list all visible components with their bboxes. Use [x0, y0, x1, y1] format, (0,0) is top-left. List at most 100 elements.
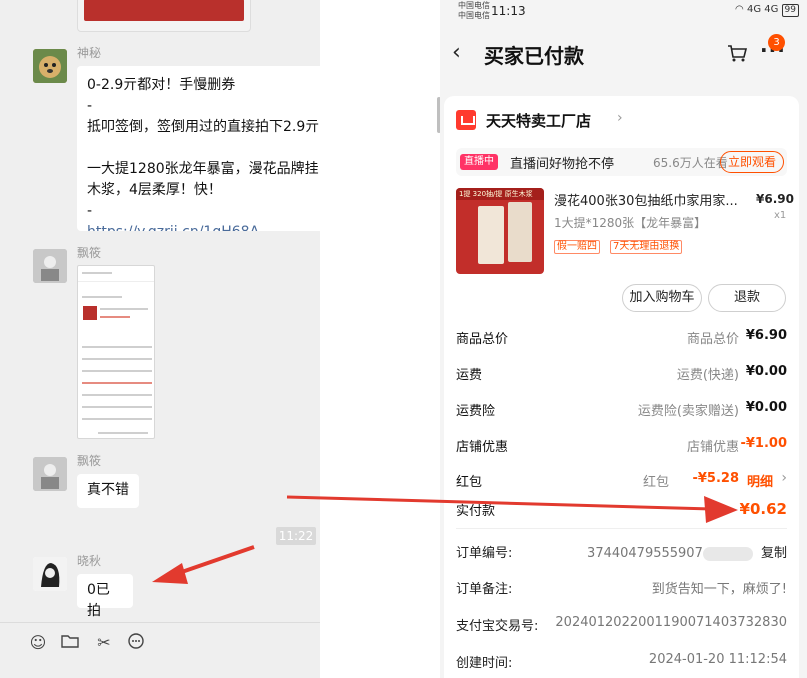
anime-avatar-icon	[33, 557, 67, 591]
message-bubble[interactable]: 0-2.9亓都对！手慢删券 - 抵叩签倒，签倒用过的直接拍下2.9亓! 一大提1…	[77, 66, 320, 231]
row-sublabel: 商品总价	[686, 332, 739, 347]
message-line: 0-2.9亓都对！手慢删券	[87, 77, 236, 93]
info-row-order-note: 订单备注: 到货告知一下，麻烦了!	[456, 578, 787, 598]
order-number: 37440479555907	[587, 546, 703, 561]
product-tag: 假一赔四	[554, 240, 600, 254]
info-label: 订单编号:	[456, 546, 513, 561]
redacted-mask	[702, 546, 753, 561]
avatar[interactable]	[33, 49, 67, 83]
carrier-labels: 中国电信 中国电信	[458, 1, 490, 21]
scissors-icon[interactable]: ✂	[94, 633, 114, 653]
avatar[interactable]	[33, 457, 67, 491]
shop-name: 天天特卖工厂店	[486, 112, 592, 130]
info-value: 20240120220011900714037328​30	[555, 615, 787, 630]
chat-panel: 神秘 0-2.9亓都对！手慢删券 - 抵叩签倒，签倒用过的直接拍下2.9亓! 一…	[0, 0, 320, 678]
time-chip: 11:22	[276, 527, 316, 545]
message-bubble[interactable]: 0已拍	[77, 574, 133, 619]
status-bar: 中国电信 中国电信 11:13 ◠ 4G 4G 99	[440, 0, 807, 26]
info-value: 2024-01-20 11:12:54	[648, 652, 787, 667]
chevron-right-icon: ›	[617, 110, 623, 126]
info-row-created-time: 创建时间: 2024-01-20 11:12:54	[456, 652, 787, 672]
product-image[interactable]: 1提 320抽/提 原生木浆	[456, 188, 544, 274]
product-tag: 7天无理由退换	[610, 240, 683, 254]
price-row-shop-discount: 店铺优惠 店铺优惠 -¥1.00	[456, 436, 787, 456]
screenshot-thumbnail[interactable]	[77, 265, 155, 439]
status-time: 11:13	[491, 4, 526, 18]
signal-label: 4G 4G	[746, 4, 779, 15]
row-label: 实付款	[456, 504, 496, 519]
info-label: 创建时间:	[456, 656, 513, 671]
product-quantity: x1	[774, 210, 787, 221]
person-avatar-icon	[33, 249, 67, 283]
message-line	[87, 138, 317, 159]
order-card: 天天特卖工厂店 › 直播中 直播间好物抢不停 65.6万人在看 立即观看 1提 …	[444, 96, 799, 678]
row-sublabel: 运费(快递)	[676, 368, 739, 383]
price-row-amount-paid: 实付款 ¥0.62	[456, 500, 787, 520]
divider	[456, 528, 787, 529]
info-value: 37440479555907 复制	[587, 542, 787, 561]
row-label: 运费	[456, 368, 483, 383]
message-line: 木浆，4层柔厚！快！	[87, 182, 222, 198]
chevron-right-icon: ›	[781, 470, 787, 486]
avatar[interactable]	[33, 249, 67, 283]
price-row-shipping: 运费 运费(快递) ¥0.00	[456, 364, 787, 384]
details-link[interactable]: 明细	[747, 471, 773, 490]
back-icon[interactable]: ‹	[452, 42, 461, 64]
row-sublabel: 红包	[642, 475, 669, 490]
notification-badge: 3	[768, 34, 785, 51]
product-image-strip: 1提 320抽/提 原生木浆	[456, 188, 544, 200]
sender-name: 飘筱	[77, 454, 102, 468]
status-right: ◠ 4G 4G 99	[735, 4, 799, 17]
person-avatar-icon	[33, 457, 67, 491]
price-row-red-packet[interactable]: 红包 红包 -¥5.28 明细 ›	[456, 470, 787, 491]
cart-icon[interactable]	[726, 42, 748, 64]
info-row-order-number: 订单编号: 37440479555907 复制	[456, 542, 787, 562]
watch-now-button[interactable]: 立即观看	[720, 151, 784, 173]
smiley-icon[interactable]: ☺	[28, 633, 48, 653]
folder-icon[interactable]	[60, 633, 80, 653]
chat-toolbar: ☺ ✂	[0, 622, 320, 678]
carrier-label: 中国电信	[458, 11, 490, 20]
live-banner[interactable]: 直播中 直播间好物抢不停 65.6万人在看 立即观看	[456, 148, 787, 176]
row-label: 红包	[456, 475, 483, 490]
gap-area	[320, 0, 440, 678]
row-value: -¥1.00	[740, 436, 787, 451]
row-sublabel: 店铺优惠	[686, 440, 739, 455]
info-value: 到货告知一下，麻烦了!	[651, 582, 787, 597]
carrier-label: 中国电信	[458, 1, 490, 10]
message-line: -	[87, 98, 93, 114]
row-label: 店铺优惠	[456, 440, 509, 455]
chat-bubble-icon[interactable]	[126, 633, 146, 653]
message-line: -	[87, 203, 93, 219]
product-title[interactable]: 漫花400张30包抽纸巾家用家...	[554, 190, 752, 209]
row-label: 运费险	[456, 404, 496, 419]
battery-icon: 99	[781, 4, 799, 17]
dog-avatar-icon	[33, 49, 67, 83]
info-row-alipay-trade-number: 支付宝交易号: 20240120220011900714037328​30	[456, 615, 787, 635]
previous-image-message[interactable]	[77, 0, 251, 32]
phone-screenshot: 中国电信 中国电信 11:13 ◠ 4G 4G 99 ‹ 买家已付款 ··· 3…	[440, 0, 807, 678]
message-line: 一大提1280张龙年暴富，漫花品牌挂	[87, 161, 319, 177]
row-value: ¥6.90	[745, 328, 787, 343]
avatar[interactable]	[33, 557, 67, 591]
amount-paid-value: ¥0.62	[739, 500, 787, 518]
product-spec: 1大提*1280张【龙年暴富】	[554, 216, 707, 230]
copy-button[interactable]: 复制	[761, 546, 787, 561]
info-label: 订单备注:	[456, 582, 513, 597]
shop-logo-icon	[456, 110, 476, 130]
row-value: ¥0.00	[745, 364, 787, 379]
row-sublabel: 运费险(卖家赠送)	[637, 404, 739, 419]
wifi-icon: ◠	[735, 4, 744, 15]
live-text: 直播间好物抢不停	[510, 157, 615, 172]
message-bubble[interactable]: 真不错	[77, 474, 139, 508]
live-viewer-count: 65.6万人在看	[653, 156, 728, 170]
message-link[interactable]: https://y.qzrjj.cn/1qH68A	[87, 222, 317, 231]
refund-button[interactable]: 退款	[708, 284, 786, 312]
price-row-shipping-insurance: 运费险 运费险(卖家赠送) ¥0.00	[456, 400, 787, 420]
add-to-cart-button[interactable]: 加入购物车	[622, 284, 702, 312]
sender-name: 神秘	[77, 46, 102, 60]
sender-name: 晓秋	[77, 554, 102, 568]
live-tag: 直播中	[460, 154, 498, 170]
price-row-goods-total: 商品总价 商品总价 ¥6.90	[456, 328, 787, 348]
info-label: 支付宝交易号:	[456, 619, 539, 634]
